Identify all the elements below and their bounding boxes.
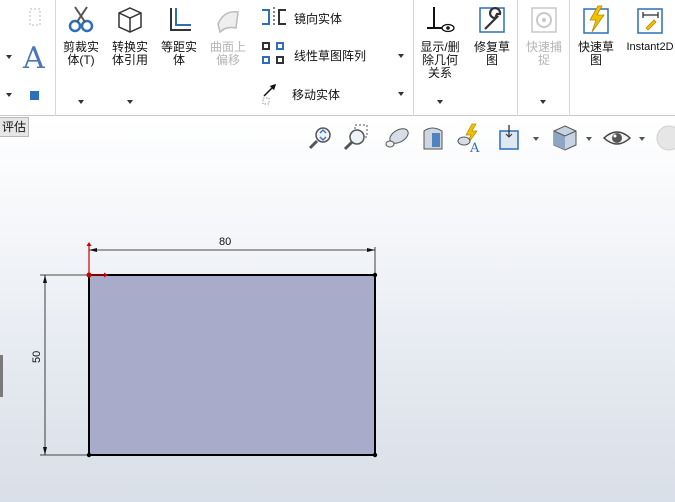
sketch-point[interactable]: [86, 452, 92, 458]
dropdown-caret[interactable]: [127, 100, 133, 104]
width-dimension[interactable]: 80: [88, 236, 376, 273]
height-dimension-text[interactable]: 50: [31, 351, 43, 363]
scissors-icon: [58, 4, 104, 39]
sketch-point[interactable]: [372, 452, 378, 458]
graphics-area[interactable]: A 80 50: [0, 117, 675, 502]
display-delete-relations-label: 显示/删 除几何 关系: [420, 40, 460, 80]
mirror-icon: [260, 6, 288, 31]
point-icon[interactable]: [29, 89, 41, 107]
ribbon-separator: [413, 0, 414, 116]
construction-geometry-icon[interactable]: [24, 6, 46, 33]
sketch-point[interactable]: [372, 272, 378, 278]
repair-sketch-label: 修复草 图: [473, 40, 510, 67]
offset-icon: [156, 4, 202, 39]
repair-sketch-button[interactable]: 修复草 图: [468, 4, 516, 67]
dropdown-caret[interactable]: [540, 100, 546, 104]
trim-entities-button[interactable]: 剪裁实 体(T): [58, 4, 104, 67]
surface-offset-icon: [204, 4, 252, 39]
snap-icon: [520, 4, 568, 39]
display-delete-relations-button[interactable]: 显示/删 除几何 关系: [416, 4, 464, 80]
move-entities-button[interactable]: 移动实体: [260, 82, 340, 106]
ribbon-separator: [517, 0, 518, 116]
svg-text:A: A: [22, 41, 45, 72]
wrench-icon: [468, 4, 516, 39]
move-arrow-icon: [260, 80, 286, 109]
instant2d-label: Instant2D: [626, 41, 674, 53]
sketch-rectangle[interactable]: [88, 274, 376, 456]
tab-evaluate[interactable]: 评估: [0, 117, 29, 137]
offset-on-surface-button[interactable]: 曲面上 偏移: [204, 4, 252, 67]
quick-snaps-button[interactable]: 快速捕 捉: [520, 4, 568, 67]
tab-evaluate-label: 评估: [2, 120, 27, 134]
convert-entities-label: 转换实 体引用: [111, 40, 148, 67]
mirror-entities-label: 镜向实体: [294, 11, 343, 26]
dropdown-caret[interactable]: [398, 54, 404, 58]
trim-entities-label: 剪裁实 体(T): [62, 40, 99, 67]
quick-snaps-label: 快速捕 捉: [525, 40, 562, 67]
linear-pattern-label: 线性草图阵列: [294, 48, 367, 63]
ribbon-separator: [569, 0, 570, 116]
text-icon[interactable]: A: [21, 40, 51, 77]
dropdown-caret[interactable]: [398, 92, 404, 96]
cube-icon: [106, 4, 154, 39]
linear-pattern-button[interactable]: 线性草图阵列: [260, 41, 367, 67]
offset-on-surface-label: 曲面上 偏移: [209, 40, 246, 67]
rapid-sketch-icon: [572, 4, 620, 39]
relations-eye-icon: [416, 4, 464, 39]
move-entities-label: 移动实体: [292, 87, 341, 102]
sketch-origin: [86, 242, 108, 278]
rapid-sketch-label: 快速草 图: [577, 40, 614, 67]
instant2d-icon: [622, 4, 675, 39]
width-dimension-text[interactable]: 80: [219, 236, 231, 248]
offset-entities-label: 等距实 体: [160, 40, 197, 67]
commandmanager-ribbon: A 剪裁实 体(T) 转换实 体引用 等距实 体 曲面上 偏移 镜向实体 线性草…: [0, 0, 675, 116]
sketch-canvas: 80 50: [31, 236, 378, 458]
rapid-sketch-button[interactable]: 快速草 图: [572, 4, 620, 67]
dropdown-caret[interactable]: [6, 55, 12, 59]
convert-entities-button[interactable]: 转换实 体引用: [106, 4, 154, 67]
dropdown-caret[interactable]: [78, 100, 84, 104]
dropdown-caret[interactable]: [6, 93, 12, 97]
offset-entities-button[interactable]: 等距实 体: [156, 4, 202, 67]
dropdown-caret[interactable]: [437, 100, 443, 104]
instant2d-button[interactable]: Instant2D: [622, 4, 675, 54]
mirror-entities-button[interactable]: 镜向实体: [260, 6, 342, 30]
linear-pattern-icon: [260, 40, 288, 71]
height-dimension[interactable]: 50: [31, 274, 87, 456]
ribbon-separator: [55, 0, 56, 116]
